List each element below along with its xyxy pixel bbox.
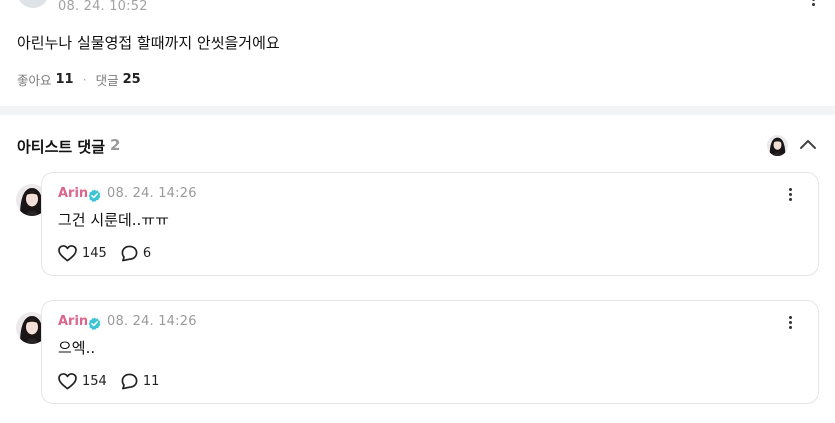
comment-time: 08. 24. 14:26 xyxy=(107,314,197,329)
more-vertical-icon[interactable] xyxy=(811,0,817,12)
section-title: 아티스트 댓글 xyxy=(17,138,106,156)
reply-button[interactable]: 11 xyxy=(121,373,160,390)
comment-author[interactable]: Arin xyxy=(58,314,88,329)
reply-button[interactable]: 6 xyxy=(121,245,151,262)
section-divider xyxy=(0,106,835,115)
post-time: 08. 24. 10:52 xyxy=(58,0,148,14)
chevron-up-icon[interactable] xyxy=(797,135,819,155)
like-count: 154 xyxy=(82,374,107,389)
likes-count[interactable]: 11 xyxy=(56,72,74,87)
post-author-avatar[interactable] xyxy=(17,0,49,8)
reply-count: 6 xyxy=(142,246,152,261)
like-button[interactable]: 154 xyxy=(58,373,107,390)
comment-text: 으엑.. xyxy=(58,339,96,357)
speech-bubble-icon xyxy=(121,245,138,262)
post-meta: 좋아요 11 · 댓글 25 xyxy=(17,70,141,89)
likes-label[interactable]: 좋아요 xyxy=(17,70,52,89)
speech-bubble-icon xyxy=(121,373,138,390)
section-count: 2 xyxy=(110,136,121,154)
meta-separator: · xyxy=(82,72,87,87)
like-count: 145 xyxy=(82,246,107,261)
comment-author[interactable]: Arin xyxy=(58,186,88,201)
reply-count: 11 xyxy=(142,374,160,389)
replies-count[interactable]: 25 xyxy=(123,72,141,87)
artist-avatar xyxy=(767,135,788,156)
like-button[interactable]: 145 xyxy=(58,245,107,262)
comment-text: 그건 시룬데..ㅠㅠ xyxy=(58,211,169,229)
comment-card[interactable]: Arin 08. 24. 14:26 으엑.. 154 11 xyxy=(41,300,819,404)
more-vertical-icon[interactable] xyxy=(788,188,794,202)
post: 08. 24. 10:52 아린누나 실물영접 할때까지 안씻을거에요 좋아요 … xyxy=(0,0,835,106)
replies-label[interactable]: 댓글 xyxy=(96,70,119,89)
post-body: 아린누나 실물영접 할때까지 안씻을거에요 xyxy=(17,34,280,52)
comment-actions: 145 6 xyxy=(58,245,165,262)
comment-card[interactable]: Arin 08. 24. 14:26 그건 시룬데..ㅠㅠ 145 6 xyxy=(41,172,819,276)
verified-check-icon xyxy=(88,315,101,330)
artist-comments-header: 아티스트 댓글 2 xyxy=(0,115,835,173)
comment-actions: 154 11 xyxy=(58,373,173,390)
heart-icon xyxy=(58,245,77,262)
heart-icon xyxy=(58,373,77,390)
verified-check-icon xyxy=(88,187,101,202)
comment-time: 08. 24. 14:26 xyxy=(107,186,197,201)
more-vertical-icon[interactable] xyxy=(788,316,794,330)
